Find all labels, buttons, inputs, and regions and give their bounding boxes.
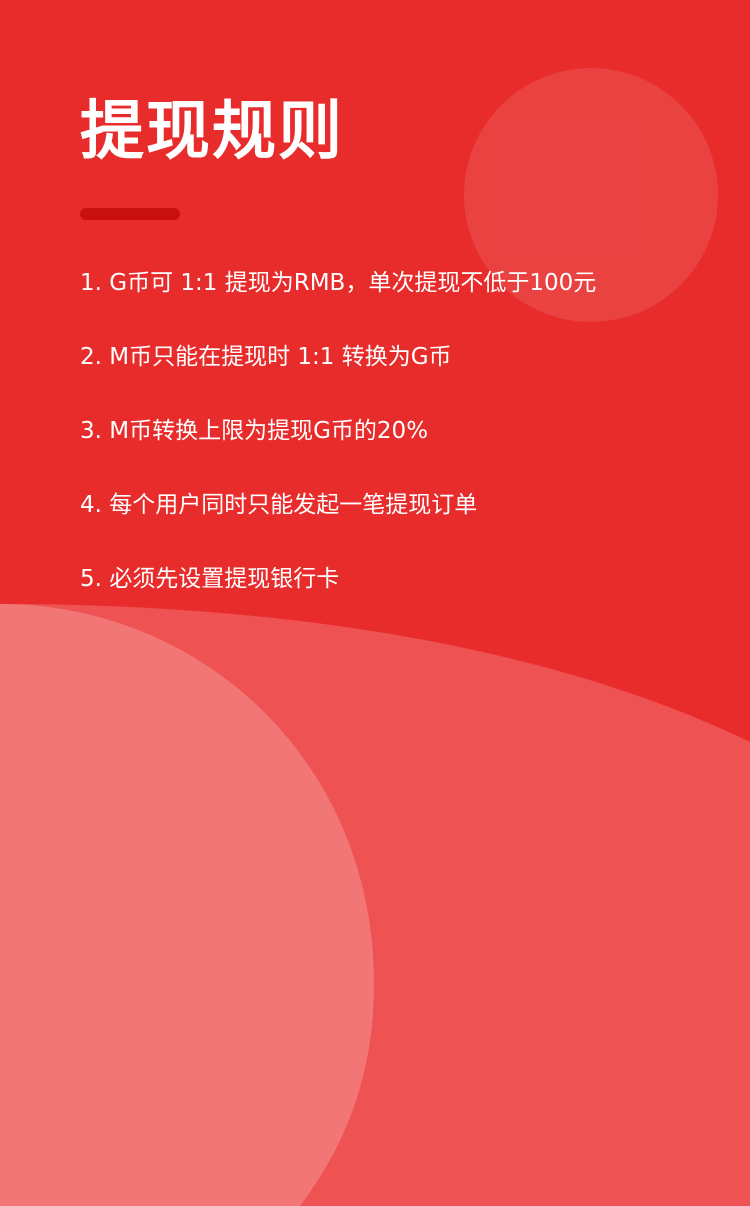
rule-item: 3. M币转换上限为提现G币的20% <box>80 394 596 468</box>
rule-item: 4. 每个用户同时只能发起一笔提现订单 <box>80 468 596 542</box>
withdrawal-rules-page: 提现规则 1. G币可 1:1 提现为RMB，单次提现不低于100元 2. M币… <box>0 0 750 1206</box>
rule-text: 3. M币转换上限为提现G币的20% <box>80 418 429 444</box>
rule-text: 2. M币只能在提现时 1:1 转换为G币 <box>80 344 452 370</box>
rule-text: 5. 必须先设置提现银行卡 <box>80 566 340 592</box>
rule-item: 2. M币只能在提现时 1:1 转换为G币 <box>80 320 596 394</box>
rule-text: 4. 每个用户同时只能发起一笔提现订单 <box>80 492 478 518</box>
rule-text: 1. G币可 1:1 提现为RMB，单次提现不低于100元 <box>80 270 597 296</box>
title-underline <box>80 208 180 220</box>
rules-list: 1. G币可 1:1 提现为RMB，单次提现不低于100元 2. M币只能在提现… <box>80 246 596 616</box>
rule-item: 1. G币可 1:1 提现为RMB，单次提现不低于100元 <box>80 246 596 320</box>
rule-item: 5. 必须先设置提现银行卡 <box>80 542 596 616</box>
page-title: 提现规则 <box>80 95 344 169</box>
